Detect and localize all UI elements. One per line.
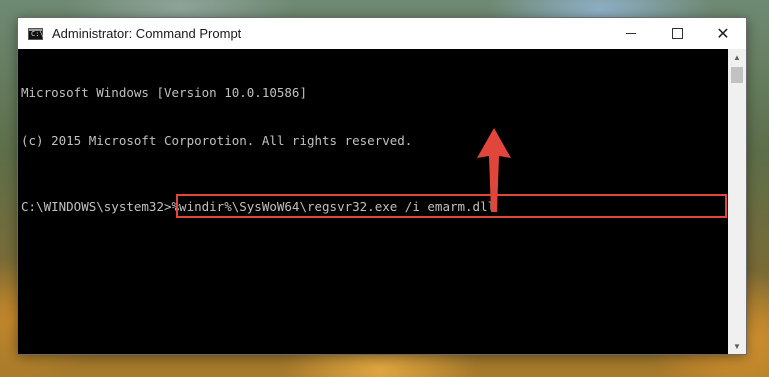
console-output[interactable]: Microsoft Windows [Version 10.0.10586] (…	[18, 49, 728, 354]
minimize-button[interactable]	[608, 18, 654, 49]
command-highlight-box	[176, 194, 727, 218]
console-line-version: Microsoft Windows [Version 10.0.10586]	[21, 85, 307, 100]
window-controls: ✕	[608, 18, 746, 49]
prompt-text: C:\WINDOWS\system32>	[21, 199, 172, 214]
command-prompt-window[interactable]: C:\_ Administrator: Command Prompt ✕ Mic…	[18, 18, 746, 354]
scroll-down-button[interactable]: ▼	[728, 338, 746, 354]
title-bar[interactable]: C:\_ Administrator: Command Prompt ✕	[18, 18, 746, 49]
command-prompt-icon: C:\_	[28, 27, 48, 40]
vertical-scrollbar[interactable]: ▲ ▼	[728, 49, 746, 354]
scroll-down-icon: ▼	[733, 341, 741, 351]
minimize-icon	[626, 33, 636, 34]
close-button[interactable]: ✕	[700, 18, 746, 49]
app-icon-text: C:\_	[31, 29, 48, 38]
maximize-icon	[671, 28, 683, 39]
maximize-button[interactable]	[654, 18, 700, 49]
scroll-up-icon: ▲	[733, 52, 741, 62]
scroll-thumb[interactable]	[731, 67, 743, 83]
up-arrow-icon	[477, 128, 511, 212]
scroll-up-button[interactable]: ▲	[728, 49, 746, 65]
console-line-copyright: (c) 2015 Microsoft Corporotion. All righ…	[21, 133, 413, 148]
close-icon: ✕	[716, 25, 730, 43]
command-line[interactable]: C:\WINDOWS\system32>%windir%\SysWoW64\re…	[21, 194, 728, 218]
window-title: Administrator: Command Prompt	[52, 26, 242, 41]
